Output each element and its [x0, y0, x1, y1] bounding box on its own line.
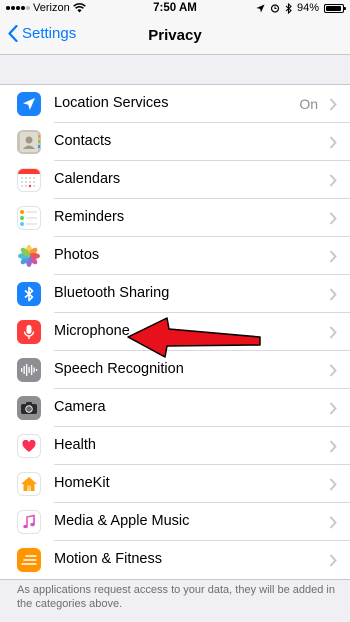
row-label: Calendars — [54, 171, 121, 187]
page-title: Privacy — [148, 27, 202, 44]
row-label: HomeKit — [54, 475, 110, 491]
heart-icon — [17, 434, 41, 458]
chevron-right-icon — [329, 440, 337, 453]
waveform-icon — [17, 358, 41, 382]
row-label: Speech Recognition — [54, 361, 184, 377]
home-icon — [17, 472, 41, 496]
microphone-icon — [17, 320, 41, 344]
bluetooth-status-icon — [285, 2, 292, 14]
row-label: Microphone — [54, 323, 130, 339]
row-label: Location Services — [54, 95, 169, 111]
row-speech-recognition[interactable]: Speech Recognition — [0, 351, 350, 389]
row-motion-fitness[interactable]: Motion & Fitness — [0, 541, 350, 579]
chevron-right-icon — [329, 288, 337, 301]
footer-note: As applications request access to your d… — [17, 584, 335, 610]
row-label: Camera — [54, 399, 106, 415]
camera-icon — [17, 396, 41, 420]
row-calendars[interactable]: Calendars — [0, 161, 350, 199]
photos-flower-icon — [17, 244, 41, 268]
row-label: Motion & Fitness — [54, 551, 162, 567]
row-bluetooth-sharing[interactable]: Bluetooth Sharing — [0, 275, 350, 313]
status-right-group: 94% — [256, 2, 346, 14]
chevron-right-icon — [329, 364, 337, 377]
battery-level-fill — [326, 5, 342, 11]
row-label: Health — [54, 437, 96, 453]
row-media-apple-music[interactable]: Media & Apple Music — [0, 503, 350, 541]
battery-percent: 94% — [296, 2, 319, 14]
reminders-list-icon — [17, 206, 41, 230]
chevron-right-icon — [329, 174, 337, 187]
row-health[interactable]: Health — [0, 427, 350, 465]
row-photos[interactable]: Photos — [0, 237, 350, 275]
alarm-icon — [270, 4, 280, 13]
row-reminders[interactable]: Reminders — [0, 199, 350, 237]
row-label: Bluetooth Sharing — [54, 285, 170, 301]
calendar-icon — [17, 168, 41, 192]
row-microphone[interactable]: Microphone — [0, 313, 350, 351]
row-camera[interactable]: Camera — [0, 389, 350, 427]
row-homekit[interactable]: HomeKit — [0, 465, 350, 503]
privacy-list: Location Services On Contacts Calendars — [0, 84, 350, 580]
row-location-services[interactable]: Location Services On — [0, 85, 350, 123]
location-arrow-icon — [17, 92, 41, 116]
contacts-icon — [17, 130, 41, 154]
navigation-bar: Settings Privacy — [0, 18, 350, 55]
chevron-right-icon — [329, 212, 337, 225]
chevron-right-icon — [329, 402, 337, 415]
location-status-icon — [256, 3, 265, 13]
chevron-right-icon — [329, 250, 337, 263]
chevron-right-icon — [329, 516, 337, 529]
battery-icon — [324, 3, 346, 13]
row-label: Reminders — [54, 209, 125, 225]
chevron-right-icon — [329, 478, 337, 491]
chevron-right-icon — [329, 136, 337, 149]
status-bar: Verizon 7:50 AM 94% — [0, 0, 350, 18]
chevron-right-icon — [329, 98, 337, 111]
music-note-icon — [17, 510, 41, 534]
bluetooth-icon — [17, 282, 41, 306]
motion-fitness-icon — [17, 548, 41, 572]
row-label: Photos — [54, 247, 100, 263]
chevron-right-icon — [329, 326, 337, 339]
row-detail: On — [299, 96, 318, 112]
row-label: Contacts — [54, 133, 112, 149]
row-label: Media & Apple Music — [54, 513, 190, 529]
chevron-right-icon — [329, 554, 337, 567]
row-contacts[interactable]: Contacts — [0, 123, 350, 161]
